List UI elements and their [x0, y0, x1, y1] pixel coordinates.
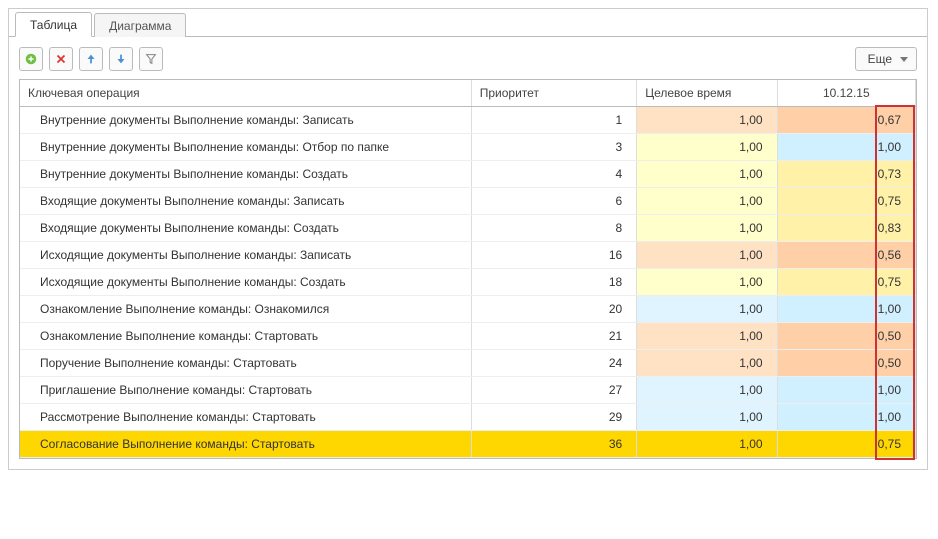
cell-target-time: 1,00 [637, 269, 777, 296]
table-row[interactable]: Ознакомление Выполнение команды: Стартов… [20, 323, 916, 350]
x-icon [54, 52, 68, 66]
arrow-up-icon [84, 52, 98, 66]
cell-date-value: 0,75 [777, 188, 915, 215]
cell-target-time: 1,00 [637, 323, 777, 350]
cell-target-time: 1,00 [637, 377, 777, 404]
table-container: Ключевая операция Приоритет Целевое врем… [19, 79, 917, 459]
cell-operation: Ознакомление Выполнение команды: Стартов… [20, 323, 471, 350]
cell-date-value: 0,75 [777, 431, 915, 458]
cell-priority: 20 [471, 296, 636, 323]
cell-target-time: 1,00 [637, 161, 777, 188]
cell-date-value: 0,73 [777, 161, 915, 188]
cell-operation: Внутренние документы Выполнение команды:… [20, 161, 471, 188]
arrow-down-icon [114, 52, 128, 66]
cell-target-time: 1,00 [637, 107, 777, 134]
cell-date-value: 1,00 [777, 134, 915, 161]
data-table: Ключевая операция Приоритет Целевое врем… [20, 80, 916, 458]
cell-priority: 24 [471, 350, 636, 377]
cell-priority: 21 [471, 323, 636, 350]
cell-date-value: 0,50 [777, 350, 915, 377]
cell-date-value: 0,67 [777, 107, 915, 134]
add-button[interactable] [19, 47, 43, 71]
move-up-button[interactable] [79, 47, 103, 71]
table-row[interactable]: Входящие документы Выполнение команды: З… [20, 188, 916, 215]
cell-priority: 36 [471, 431, 636, 458]
tab-chart[interactable]: Диаграмма [94, 13, 186, 37]
table-header-row: Ключевая операция Приоритет Целевое врем… [20, 80, 916, 107]
cell-priority: 18 [471, 269, 636, 296]
cell-operation: Внутренние документы Выполнение команды:… [20, 134, 471, 161]
cell-operation: Поручение Выполнение команды: Стартовать [20, 350, 471, 377]
toolbar: Еще [9, 37, 927, 79]
cell-priority: 1 [471, 107, 636, 134]
cell-date-value: 0,56 [777, 242, 915, 269]
table-row[interactable]: Приглашение Выполнение команды: Стартова… [20, 377, 916, 404]
move-down-button[interactable] [109, 47, 133, 71]
cell-date-value: 0,75 [777, 269, 915, 296]
cell-operation: Ознакомление Выполнение команды: Ознаком… [20, 296, 471, 323]
cell-target-time: 1,00 [637, 242, 777, 269]
cell-date-value: 1,00 [777, 296, 915, 323]
chevron-down-icon [900, 57, 908, 62]
cell-priority: 6 [471, 188, 636, 215]
cell-priority: 16 [471, 242, 636, 269]
table-row[interactable]: Поручение Выполнение команды: Стартовать… [20, 350, 916, 377]
more-button[interactable]: Еще [855, 47, 917, 71]
funnel-icon [144, 52, 158, 66]
cell-target-time: 1,00 [637, 134, 777, 161]
main-panel: Таблица Диаграмма [8, 8, 928, 470]
cell-operation: Внутренние документы Выполнение команды:… [20, 107, 471, 134]
table-row[interactable]: Рассмотрение Выполнение команды: Стартов… [20, 404, 916, 431]
table-row[interactable]: Согласование Выполнение команды: Стартов… [20, 431, 916, 458]
cell-operation: Исходящие документы Выполнение команды: … [20, 269, 471, 296]
cell-target-time: 1,00 [637, 296, 777, 323]
col-priority[interactable]: Приоритет [471, 80, 636, 107]
cell-operation: Исходящие документы Выполнение команды: … [20, 242, 471, 269]
tab-table[interactable]: Таблица [15, 12, 92, 37]
table-row[interactable]: Ознакомление Выполнение команды: Ознаком… [20, 296, 916, 323]
tab-bar: Таблица Диаграмма [9, 9, 927, 37]
cell-target-time: 1,00 [637, 188, 777, 215]
cell-date-value: 0,83 [777, 215, 915, 242]
cell-target-time: 1,00 [637, 350, 777, 377]
cell-priority: 3 [471, 134, 636, 161]
cell-priority: 29 [471, 404, 636, 431]
table-row[interactable]: Входящие документы Выполнение команды: С… [20, 215, 916, 242]
cell-operation: Рассмотрение Выполнение команды: Стартов… [20, 404, 471, 431]
cell-operation: Согласование Выполнение команды: Стартов… [20, 431, 471, 458]
table-row[interactable]: Исходящие документы Выполнение команды: … [20, 242, 916, 269]
cell-operation: Входящие документы Выполнение команды: З… [20, 188, 471, 215]
cell-date-value: 1,00 [777, 377, 915, 404]
cell-operation: Входящие документы Выполнение команды: С… [20, 215, 471, 242]
cell-target-time: 1,00 [637, 431, 777, 458]
cell-priority: 8 [471, 215, 636, 242]
table-row[interactable]: Внутренние документы Выполнение команды:… [20, 161, 916, 188]
cell-priority: 4 [471, 161, 636, 188]
filter-button[interactable] [139, 47, 163, 71]
table-row[interactable]: Исходящие документы Выполнение команды: … [20, 269, 916, 296]
col-operation[interactable]: Ключевая операция [20, 80, 471, 107]
cell-date-value: 1,00 [777, 404, 915, 431]
table-row[interactable]: Внутренние документы Выполнение команды:… [20, 134, 916, 161]
cell-target-time: 1,00 [637, 404, 777, 431]
cell-priority: 27 [471, 377, 636, 404]
plus-icon [24, 52, 38, 66]
delete-button[interactable] [49, 47, 73, 71]
cell-operation: Приглашение Выполнение команды: Стартова… [20, 377, 471, 404]
cell-date-value: 0,50 [777, 323, 915, 350]
more-button-label: Еще [868, 52, 892, 66]
col-target[interactable]: Целевое время [637, 80, 777, 107]
table-row[interactable]: Внутренние документы Выполнение команды:… [20, 107, 916, 134]
col-date[interactable]: 10.12.15 [777, 80, 915, 107]
cell-target-time: 1,00 [637, 215, 777, 242]
